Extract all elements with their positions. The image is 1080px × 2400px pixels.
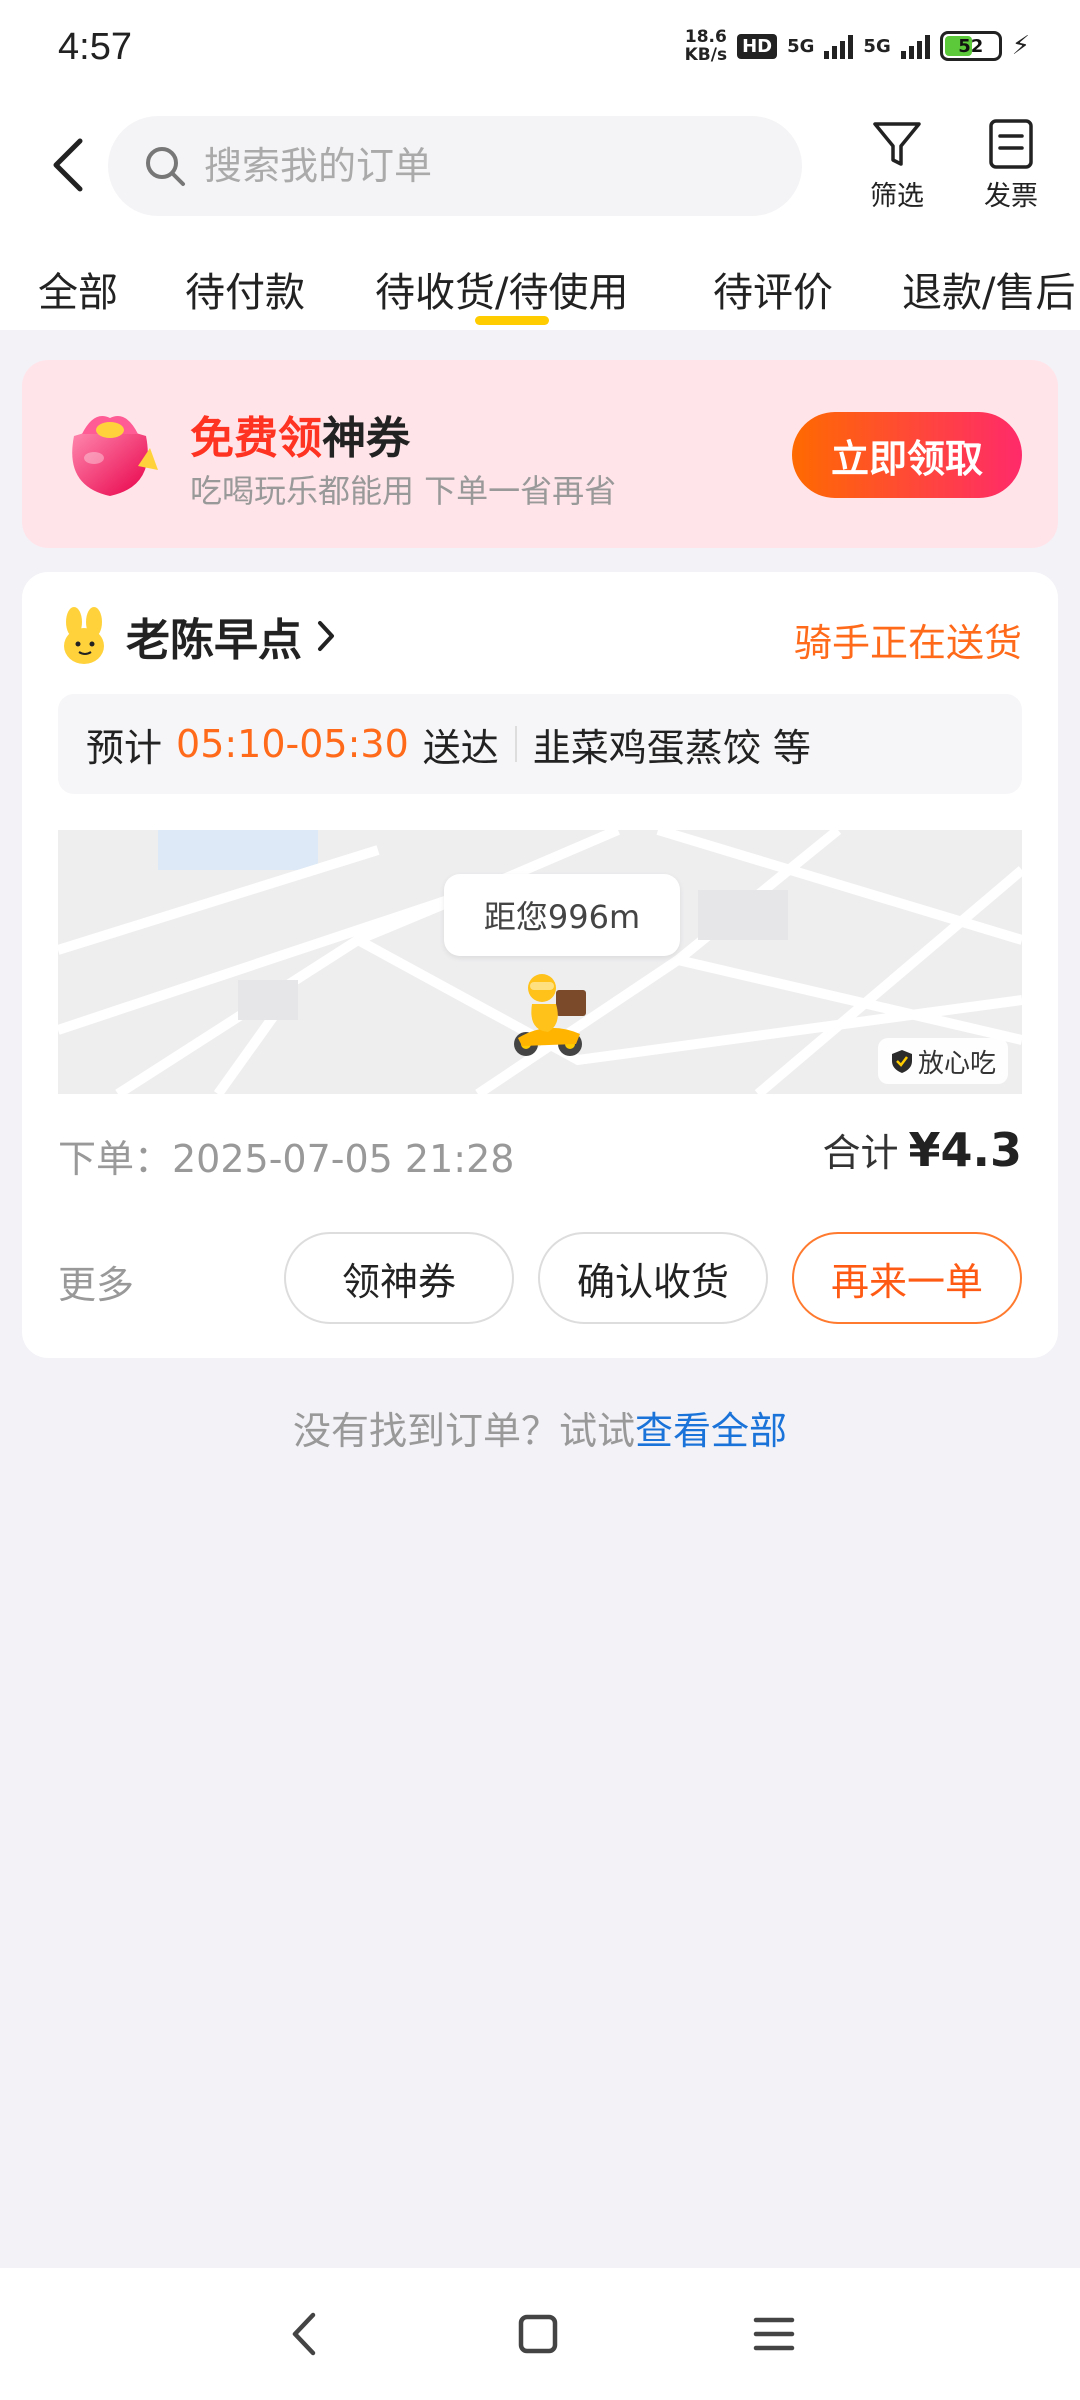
tab-pending-review[interactable]: 待评价: [713, 260, 833, 318]
not-found-text: 没有找到订单？试试: [292, 1409, 635, 1453]
eta-box: 预计 05:10-05:30 送达 韭菜鸡蛋蒸饺 等: [58, 694, 1022, 794]
net-speed-unit: KB/s: [684, 45, 728, 65]
coupon-banner[interactable]: 免费领神券 吃喝玩乐都能用 下单一省再省 立即领取: [22, 360, 1058, 548]
nav-home-button[interactable]: [506, 2302, 570, 2366]
search-input[interactable]: [204, 144, 764, 188]
eta-suffix: 送达: [422, 725, 499, 770]
active-tab-indicator: [475, 316, 549, 325]
invoice-label: 发票: [984, 181, 1038, 212]
battery-icon: 52: [939, 31, 1002, 61]
nav-home-icon: [518, 2314, 558, 2354]
safe-tag-label: 放心吃: [917, 1048, 996, 1079]
coupon-title: 免费领神券: [190, 402, 410, 466]
shop-logo-icon: [64, 607, 104, 664]
system-nav-bar: [0, 2268, 1080, 2400]
tab-refund[interactable]: 退款/售后: [902, 260, 1075, 318]
order-total: 合计 ¥4.3: [822, 1122, 1022, 1177]
view-all-link[interactable]: 查看全部: [635, 1409, 787, 1453]
not-found-hint: 没有找到订单？试试查看全部: [0, 1400, 1080, 1455]
distance-bubble: 距您996m: [444, 874, 680, 956]
signal-icon: [900, 33, 930, 59]
nav-back-icon: [292, 2312, 316, 2356]
back-button[interactable]: [40, 130, 94, 200]
coupon-title-highlight: 免费领: [190, 413, 322, 464]
total-label: 合计: [822, 1131, 899, 1175]
eta-time: 05:10-05:30: [176, 722, 409, 766]
delivery-rider-icon: [514, 974, 586, 1056]
filter-label: 筛选: [870, 181, 924, 212]
net-speed: 18.6 KB/s: [685, 28, 727, 64]
eta-prefix: 预计: [86, 725, 163, 770]
shield-icon: [891, 1050, 912, 1073]
invoice-button[interactable]: 发票: [966, 118, 1056, 213]
safe-food-tag: 放心吃: [877, 1038, 1008, 1084]
search-box[interactable]: [108, 116, 802, 216]
chevron-right-icon: [318, 621, 334, 651]
shop-link[interactable]: 老陈早点: [58, 604, 336, 668]
coupon-bag-icon: [72, 416, 158, 496]
order-status: 骑手正在送货: [793, 621, 1022, 665]
reorder-button[interactable]: 再来一单: [792, 1232, 1022, 1324]
shop-name: 老陈早点: [126, 615, 302, 666]
filter-icon: [873, 122, 921, 166]
charging-icon: ⚡: [1011, 31, 1030, 61]
tab-all[interactable]: 全部: [38, 260, 118, 318]
coupon-subtitle: 吃喝玩乐都能用 下单一省再省: [190, 472, 617, 510]
net-speed-value: 18.6: [684, 27, 727, 47]
back-arrow-icon: [53, 138, 83, 192]
delivery-map[interactable]: 距您996m 放心吃: [58, 830, 1022, 1094]
nav-back-button[interactable]: [272, 2302, 336, 2366]
coupon-title-rest: 神券: [322, 413, 410, 464]
order-items: 韭菜鸡蛋蒸饺 等: [532, 725, 811, 770]
hd-icon: HD: [737, 33, 778, 59]
eta-divider: [514, 726, 517, 762]
get-coupon-button[interactable]: 领神券: [284, 1232, 514, 1324]
battery-level: 52: [958, 35, 984, 57]
nav-menu-icon: [753, 2317, 795, 2351]
more-button[interactable]: 更多: [58, 1254, 134, 1309]
status-icons: 18.6 KB/s HD 5G 5G 52 ⚡: [685, 28, 1030, 64]
search-icon: [146, 147, 185, 186]
confirm-receipt-button[interactable]: 确认收货: [538, 1232, 768, 1324]
status-time: 4:57: [58, 26, 132, 68]
sim1-5g-label: 5G: [787, 35, 815, 57]
status-bar: 4:57 18.6 KB/s HD 5G 5G 52 ⚡: [0, 0, 1080, 100]
claim-coupon-button[interactable]: 立即领取: [792, 412, 1022, 498]
invoice-icon: [989, 119, 1033, 169]
tab-pending-payment[interactable]: 待付款: [185, 260, 305, 318]
order-card: 老陈早点 骑手正在送货 预计 05:10-05:30 送达 韭菜鸡蛋蒸饺 等 距…: [22, 572, 1058, 1358]
filter-button[interactable]: 筛选: [852, 118, 942, 213]
tab-pending-receipt[interactable]: 待收货/待使用: [375, 260, 628, 318]
signal-icon: [824, 33, 854, 59]
sim2-5g-label: 5G: [863, 35, 891, 57]
order-time: 下单：2025-07-05 21:28: [58, 1137, 515, 1181]
nav-menu-button[interactable]: [742, 2302, 806, 2366]
total-amount: ¥4.3: [908, 1123, 1023, 1177]
